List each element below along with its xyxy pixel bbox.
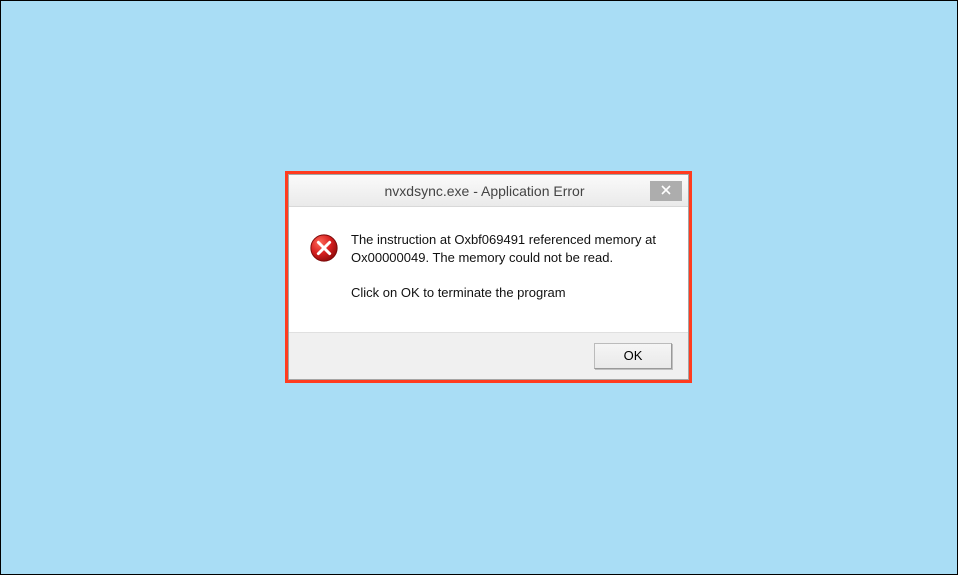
titlebar: nvxdsync.exe - Application Error (289, 175, 688, 207)
error-icon (309, 233, 339, 263)
ok-button[interactable]: OK (594, 343, 672, 369)
message-block: The instruction at Oxbf069491 referenced… (351, 231, 668, 302)
button-bar: OK (289, 332, 688, 379)
error-dialog: nvxdsync.exe - Application Error (288, 174, 689, 380)
error-message-primary: The instruction at Oxbf069491 referenced… (351, 231, 668, 266)
dialog-content: The instruction at Oxbf069491 referenced… (289, 207, 688, 332)
error-message-secondary: Click on OK to terminate the program (351, 284, 668, 302)
close-button[interactable] (650, 181, 682, 201)
dialog-title: nvxdsync.exe - Application Error (289, 183, 650, 199)
dialog-highlight-border: nvxdsync.exe - Application Error (285, 171, 692, 383)
close-icon (661, 182, 671, 200)
